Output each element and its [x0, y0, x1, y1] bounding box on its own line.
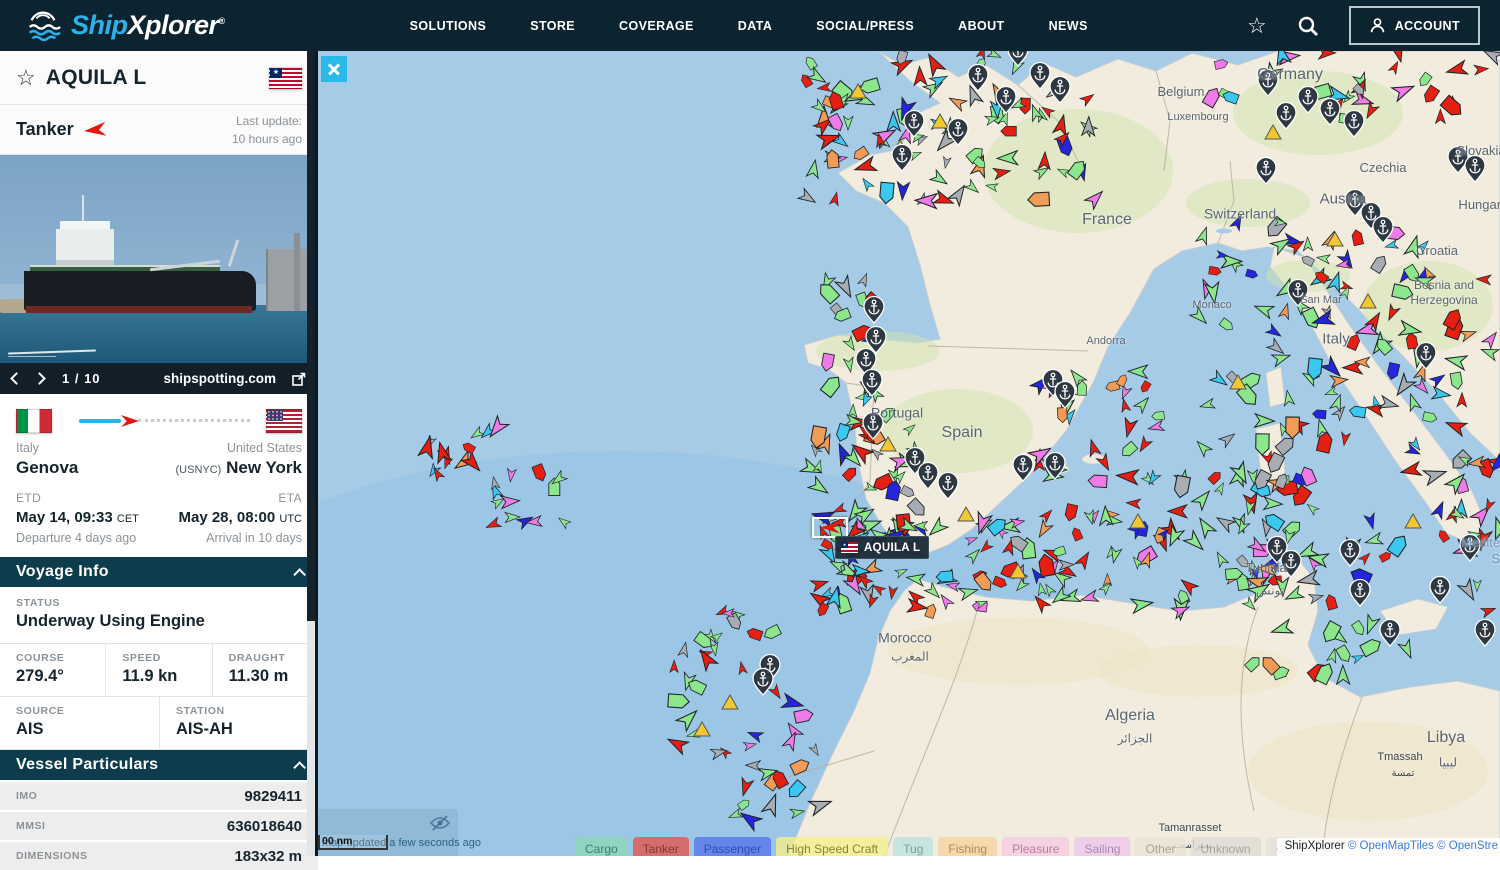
progress-vessel-icon — [121, 415, 139, 427]
eta-block: ETA May 28, 08:00 UTC Arrival in 10 days — [178, 490, 302, 547]
nav-item-coverage[interactable]: COVERAGE — [619, 19, 694, 33]
particular-row-mmsi: MMSI636018640 — [0, 812, 318, 840]
vessel-header: ☆ AQUILA L — [0, 51, 318, 105]
vessel-particulars-header[interactable]: Vessel Particulars — [0, 750, 318, 780]
selected-vessel-tag[interactable]: AQUILA L — [835, 536, 929, 559]
vessel-type-legend: Cargo Tanker Passenger High Speed Craft Tug F… — [575, 837, 1300, 856]
legend-chip-cargo[interactable]: Cargo — [575, 837, 628, 856]
shipxplorer-logo[interactable]: ShipXplorer® — [24, 7, 225, 45]
photo-watermark — [8, 351, 96, 358]
search-icon[interactable] — [1297, 15, 1319, 37]
map-scale: 00 nm — [318, 835, 388, 850]
ship-map[interactable]: AQUILA L map updated a few seconds ago 0… — [318, 51, 1500, 856]
collapse-chevron-icon — [293, 761, 306, 774]
vessel-heading-icon — [83, 121, 106, 137]
particulars-rows: IMO9829411MMSI636018640DIMENSIONS183x32 … — [0, 780, 318, 870]
nav-item-store[interactable]: STORE — [530, 19, 575, 33]
sidebar-scrollbar[interactable] — [307, 51, 315, 856]
legend-chip-passenger[interactable]: Passenger — [694, 837, 771, 856]
nav-item-news[interactable]: NEWS — [1049, 19, 1088, 33]
legend-chip-fishing[interactable]: Fishing — [938, 837, 997, 856]
brand-text: ShipXplorer® — [71, 10, 225, 41]
course-cell: COURSE 279.4° — [0, 644, 106, 696]
voyage-progress — [64, 414, 254, 428]
source-cell: SOURCE AIS — [0, 697, 159, 749]
favorites-star-icon[interactable]: ☆ — [1247, 15, 1267, 37]
openmaptiles-link[interactable]: © OpenMapTiles — [1348, 840, 1434, 852]
last-update: Last update: 10 hours ago — [232, 112, 302, 148]
origin-port[interactable]: Italy Genova — [16, 440, 78, 480]
photo-prev-button[interactable] — [10, 372, 23, 385]
draught-cell: DRAUGHT 11.30 m — [213, 644, 318, 696]
particular-row-dimensions: DIMENSIONS183x32 m — [0, 842, 318, 870]
italy-flag-icon — [16, 409, 52, 433]
selected-vessel-marker[interactable] — [812, 517, 848, 538]
photo-index: 1 / 10 — [62, 371, 101, 386]
nav-item-social-press[interactable]: SOCIAL/PRESS — [816, 19, 914, 33]
openstreetmap-link[interactable]: © OpenStre — [1437, 840, 1498, 852]
nav-item-data[interactable]: DATA — [738, 19, 772, 33]
legend-chip-other[interactable]: Other — [1135, 837, 1185, 856]
vessel-type: Tanker — [16, 119, 74, 140]
legend-chip-pleasure[interactable]: Pleasure — [1002, 837, 1069, 856]
nav-menu: SOLUTIONS STORE COVERAGE DATA SOCIAL/PRESS AB… — [410, 19, 1088, 33]
destination-port[interactable]: United States (USNYC) New York — [176, 440, 302, 480]
etd-block: ETD May 14, 09:33 CET Departure 4 days a… — [16, 490, 139, 547]
particular-row-imo: IMO9829411 — [0, 782, 318, 810]
vessel-type-row: Tanker Last update: 10 hours ago — [0, 105, 318, 155]
legend-chip-sailing[interactable]: Sailing — [1074, 837, 1130, 856]
map-canvas — [318, 51, 1500, 856]
photo-ship-hull — [24, 271, 256, 311]
logo-waves-icon — [24, 7, 62, 45]
photo-superstructure — [56, 229, 114, 265]
route-section: Italy Genova United States (USNYC) New Y… — [0, 394, 318, 557]
liberia-flag-icon — [841, 542, 858, 553]
status-value: Underway Using Engine — [16, 612, 302, 631]
legend-chip-tanker[interactable]: Tanker — [633, 837, 689, 856]
us-flag-icon — [266, 409, 302, 433]
legend-chip-tug[interactable]: Tug — [893, 837, 933, 856]
photo-next-button[interactable] — [33, 372, 46, 385]
voyage-metrics-row: COURSE 279.4° SPEED 11.9 kn DRAUGHT 11.3… — [0, 644, 318, 697]
person-icon — [1369, 17, 1386, 34]
nav-item-solutions[interactable]: SOLUTIONS — [410, 19, 487, 33]
station-cell: STATION AIS-AH — [159, 697, 318, 749]
close-panel-button[interactable] — [321, 56, 347, 82]
voyage-info-header[interactable]: Voyage Info — [0, 557, 318, 587]
map-attribution: ShipXplorer © OpenMapTiles © OpenStre — [1277, 838, 1500, 856]
voyage-source-row: SOURCE AIS STATION AIS-AH — [0, 697, 318, 750]
nav-item-about[interactable]: ABOUT — [958, 19, 1004, 33]
vessel-name: AQUILA L — [46, 66, 269, 90]
eye-off-icon[interactable] — [430, 815, 450, 831]
legend-chip-high-speed-craft[interactable]: High Speed Craft — [776, 837, 888, 856]
external-link-icon[interactable] — [292, 372, 306, 386]
status-block: STATUS Underway Using Engine — [0, 587, 318, 644]
account-button[interactable]: ACCOUNT — [1349, 6, 1480, 45]
nav-right: ☆ ACCOUNT — [1247, 6, 1480, 45]
speed-cell: SPEED 11.9 kn — [106, 644, 212, 696]
top-navbar: ShipXplorer® SOLUTIONSSTORECOVERAGEDATAS… — [0, 0, 1500, 51]
legend-chip-unknown[interactable]: Unknown — [1191, 837, 1261, 856]
photo-source-link[interactable]: shipspotting.com — [164, 371, 277, 386]
collapse-chevron-icon — [293, 568, 306, 581]
vessel-panel: ☆ AQUILA L Tanker Last update: 10 hours … — [0, 51, 318, 856]
liberia-flag-icon — [269, 67, 302, 89]
vessel-photo[interactable] — [0, 155, 318, 363]
photo-carousel-bar: 1 / 10 shipspotting.com — [0, 363, 318, 394]
favorite-star-icon[interactable]: ☆ — [16, 65, 36, 91]
